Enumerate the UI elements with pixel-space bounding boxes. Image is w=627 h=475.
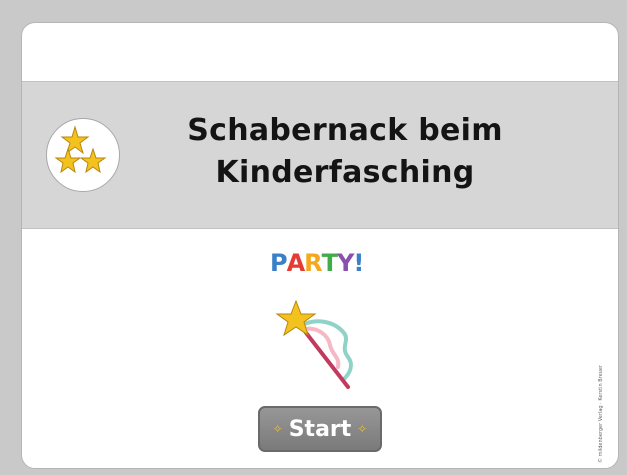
party-letter: R [304, 249, 323, 277]
title-band: Schabernack beim Kinderfasching [22, 81, 618, 229]
title-line-1: Schabernack beim [187, 113, 503, 148]
three-stars-icon [54, 125, 107, 174]
party-logo: PARTY! [270, 249, 370, 289]
stars-badge [46, 118, 120, 192]
start-button[interactable]: ✧ Start ✧ [258, 406, 382, 452]
party-letter: P [270, 249, 288, 277]
party-letter: ! [353, 249, 364, 277]
start-button-label: Start [288, 416, 352, 442]
sparkle-icon: ✧ [272, 422, 283, 436]
party-letter: T [321, 249, 338, 277]
page-title: Schabernack beim Kinderfasching [132, 110, 558, 194]
title-line-2: Kinderfasching [215, 155, 475, 190]
sparkle-icon: ✧ [357, 422, 368, 436]
title-card: Schabernack beim Kinderfasching PARTY! ✧… [21, 22, 619, 469]
copyright-text: © mildenberger Verlag · Kerstin Breuer [598, 365, 604, 463]
party-letter: Y [337, 249, 354, 277]
copyright-note: © mildenberger Verlag · Kerstin Breuer [598, 323, 610, 463]
party-letter: A [286, 249, 306, 277]
magic-wand-icon [275, 299, 353, 389]
